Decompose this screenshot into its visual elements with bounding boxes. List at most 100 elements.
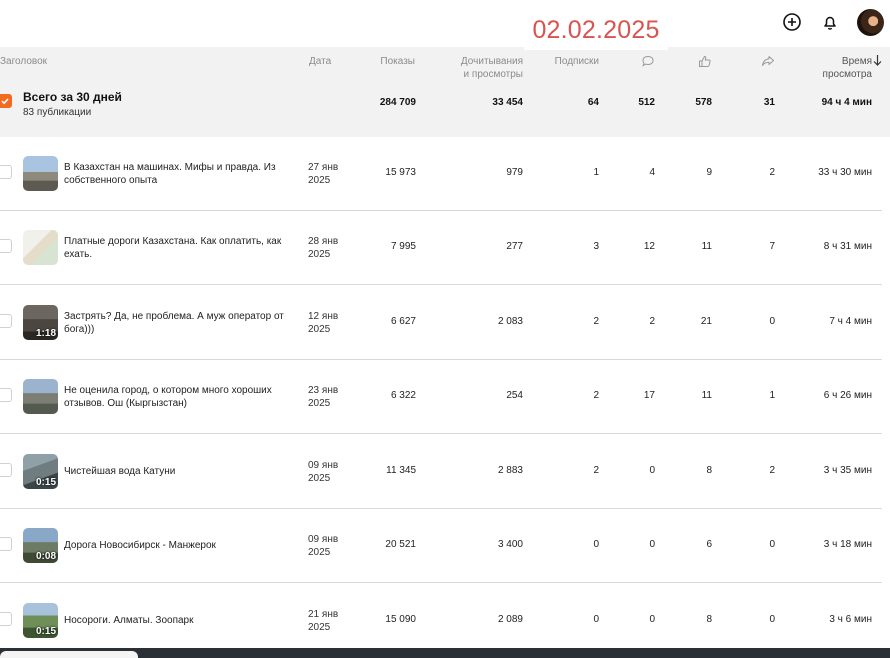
cell-reads: 3 400 — [497, 539, 523, 550]
col-time-line1: Время — [841, 56, 872, 67]
cell-subs: 2 — [593, 390, 599, 401]
cell-time: 7 ч 4 мин — [829, 316, 872, 327]
cell-reads: 2 883 — [497, 465, 523, 476]
bottom-tab[interactable] — [0, 651, 138, 658]
row-checkbox[interactable] — [0, 239, 12, 253]
summary-time: 94 ч 4 мин — [821, 97, 872, 108]
cell-shares: 0 — [769, 539, 775, 550]
table-row[interactable]: 0:15 Чистейшая вода Катуни 09 янв 2025 11 34… — [0, 435, 890, 509]
top-bar — [0, 0, 890, 47]
cell-views: 6 627 — [390, 316, 416, 327]
cell-comments: 0 — [649, 539, 655, 550]
cell-comments: 12 — [643, 241, 655, 252]
table-row[interactable]: 1:18 Застрять? Да, не проблема. А муж опе… — [0, 286, 890, 360]
cell-time: 3 ч 18 мин — [823, 539, 872, 550]
col-reads-line2: и просмотры — [463, 69, 523, 80]
cell-time: 8 ч 31 мин — [823, 241, 872, 252]
publication-title[interactable]: Платные дороги Казахстана. Как оплатить,… — [64, 235, 296, 261]
publication-thumbnail[interactable]: 0:15 — [23, 454, 58, 489]
cell-time: 33 ч 30 мин — [818, 167, 872, 178]
col-reads[interactable]: Дочитывания и просмотры — [445, 55, 523, 81]
publication-title[interactable]: Дорога Новосибирск - Манжерок — [64, 539, 296, 552]
table-row[interactable]: Платные дороги Казахстана. Как оплатить,… — [0, 211, 890, 285]
publication-title[interactable]: Застрять? Да, не проблема. А муж операто… — [64, 310, 296, 336]
summary-reads: 33 454 — [492, 97, 523, 108]
cell-reads: 254 — [506, 390, 523, 401]
cell-comments: 17 — [643, 390, 655, 401]
comment-icon[interactable] — [641, 55, 655, 71]
cell-reads: 979 — [506, 167, 523, 178]
row-checkbox[interactable] — [0, 165, 12, 179]
publication-thumbnail[interactable] — [23, 156, 58, 191]
summary-views: 284 709 — [379, 97, 416, 108]
cell-subs: 0 — [593, 614, 599, 625]
row-divider — [0, 284, 882, 285]
cell-comments: 0 — [649, 614, 655, 625]
summary-shares: 31 — [763, 97, 775, 108]
summary-comments: 512 — [638, 97, 655, 108]
publication-thumbnail[interactable]: 0:08 — [23, 528, 58, 563]
table-row[interactable]: 0:15 Носороги. Алматы. Зоопарк 21 янв 2025 1… — [0, 584, 890, 658]
table-row[interactable]: 0:08 Дорога Новосибирск - Манжерок 09 янв 2… — [0, 509, 890, 583]
cell-subs: 1 — [593, 167, 599, 178]
video-duration: 0:08 — [35, 551, 56, 562]
bell-icon[interactable] — [818, 10, 842, 34]
col-time-line2: просмотра — [822, 69, 872, 80]
publication-thumbnail[interactable]: 0:15 — [23, 603, 58, 638]
cell-views: 6 322 — [390, 390, 416, 401]
avatar[interactable] — [857, 9, 884, 36]
publication-title[interactable]: Чистейшая вода Катуни — [64, 465, 296, 478]
cell-views: 11 345 — [386, 465, 416, 476]
overlay-date: 02.02.2025 — [524, 12, 668, 50]
col-time[interactable]: Время просмотра — [800, 55, 872, 81]
col-reads-line1: Дочитывания — [460, 56, 523, 67]
summary-row: Всего за 30 дней 83 публикации 284 709 3… — [0, 90, 890, 137]
sort-arrow-icon[interactable] — [873, 54, 882, 69]
publication-title[interactable]: В Казахстан на машинах. Мифы и правда. И… — [64, 161, 296, 187]
table-row[interactable]: Не оценила город, о котором много хороши… — [0, 360, 890, 434]
col-subs[interactable]: Подписки — [540, 55, 599, 68]
publication-title[interactable]: Не оценила город, о котором много хороши… — [64, 384, 296, 410]
row-checkbox[interactable] — [0, 388, 12, 402]
like-icon[interactable] — [698, 55, 712, 72]
select-all-checkbox[interactable] — [0, 94, 12, 108]
col-views[interactable]: Показы — [360, 55, 415, 68]
cell-reads: 2 089 — [497, 614, 523, 625]
cell-likes: 8 — [706, 614, 712, 625]
add-icon[interactable] — [780, 10, 804, 34]
cell-views: 15 090 — [385, 614, 416, 625]
summary-subs: 64 — [587, 97, 599, 108]
col-date[interactable]: Дата — [309, 55, 331, 68]
publication-thumbnail[interactable] — [23, 230, 58, 265]
cell-likes: 9 — [706, 167, 712, 178]
cell-subs: 2 — [593, 316, 599, 327]
cell-comments: 2 — [649, 316, 655, 327]
row-checkbox[interactable] — [0, 314, 12, 328]
cell-subs: 0 — [593, 539, 599, 550]
row-checkbox[interactable] — [0, 612, 12, 626]
table-row[interactable]: В Казахстан на машинах. Мифы и правда. И… — [0, 137, 890, 211]
summary-title: Всего за 30 дней — [23, 90, 122, 104]
row-checkbox[interactable] — [0, 463, 12, 477]
publication-thumbnail[interactable] — [23, 379, 58, 414]
cell-views: 7 995 — [390, 241, 416, 252]
row-checkbox[interactable] — [0, 537, 12, 551]
cell-views: 15 973 — [385, 167, 416, 178]
cell-reads: 2 083 — [497, 316, 523, 327]
cell-time: 3 ч 6 мин — [829, 614, 872, 625]
publication-title[interactable]: Носороги. Алматы. Зоопарк — [64, 614, 296, 627]
publication-thumbnail[interactable]: 1:18 — [23, 305, 58, 340]
video-duration: 0:15 — [35, 626, 56, 637]
cell-comments: 4 — [649, 167, 655, 178]
cell-likes: 8 — [706, 465, 712, 476]
cell-shares: 0 — [769, 316, 775, 327]
row-divider — [0, 433, 882, 434]
cell-shares: 1 — [769, 390, 775, 401]
cell-likes: 11 — [701, 390, 712, 401]
col-title[interactable]: Заголовок — [0, 55, 47, 68]
cell-shares: 2 — [769, 167, 775, 178]
share-icon[interactable] — [761, 55, 775, 71]
cell-subs: 2 — [593, 465, 599, 476]
cell-likes: 21 — [700, 316, 712, 327]
table-header: Заголовок Дата Показы Дочитывания и прос… — [0, 47, 890, 90]
